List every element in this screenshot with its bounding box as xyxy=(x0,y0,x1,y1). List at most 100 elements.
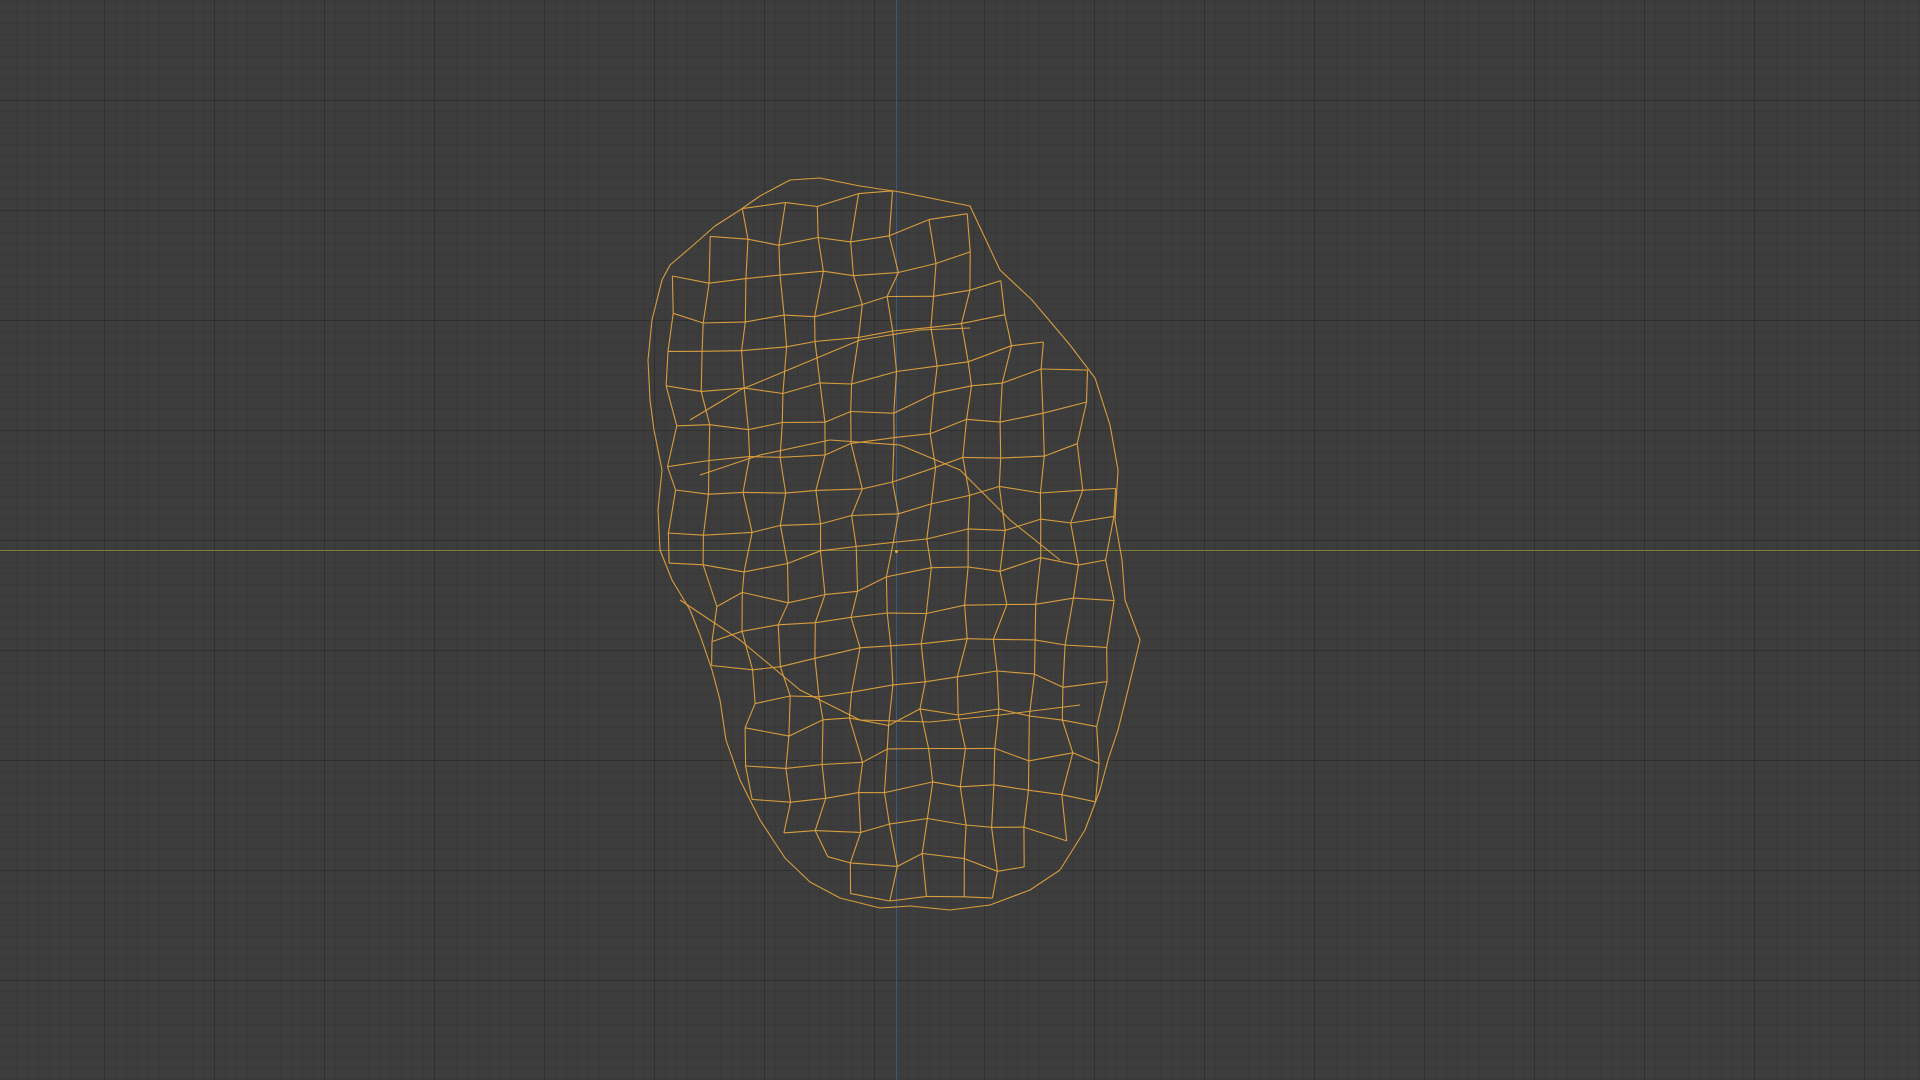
mesh-edge xyxy=(964,858,998,872)
mesh-edge xyxy=(893,393,935,414)
mesh-edge xyxy=(814,303,863,318)
mesh-edge xyxy=(920,613,927,644)
mesh-edge xyxy=(932,781,961,788)
mesh-edge xyxy=(1040,341,1044,370)
mesh-edge xyxy=(743,388,749,430)
mesh-edge xyxy=(967,638,994,640)
mesh-edge xyxy=(824,442,852,456)
mesh-edge xyxy=(851,612,888,618)
mesh-edge xyxy=(850,617,861,648)
mesh-edge xyxy=(1034,673,1064,688)
mesh-edge xyxy=(1061,794,1068,841)
mesh-edge xyxy=(968,566,1001,572)
mesh-edge xyxy=(786,563,789,603)
mesh-edge xyxy=(708,424,711,461)
3d-viewport[interactable] xyxy=(0,0,1920,1080)
mesh-edge xyxy=(1035,597,1074,605)
mesh-edge xyxy=(1076,443,1084,491)
mesh-edge xyxy=(883,748,888,793)
mesh-edge xyxy=(930,323,962,328)
mesh-edge xyxy=(742,491,786,494)
mesh-edge xyxy=(850,893,890,902)
mesh-edge xyxy=(962,456,1001,459)
mesh-edge xyxy=(926,604,965,615)
mesh-edge xyxy=(778,236,819,246)
mesh-edge xyxy=(991,784,995,828)
mesh-edge xyxy=(896,365,938,373)
mesh-edge xyxy=(892,681,926,686)
mesh-edge xyxy=(817,237,824,272)
mesh-edge xyxy=(959,748,966,787)
mesh-edge xyxy=(930,327,938,367)
mesh-edge xyxy=(957,670,998,678)
mesh-edge xyxy=(925,567,932,614)
mesh-edge xyxy=(888,684,894,726)
mesh-edge xyxy=(711,630,743,643)
mesh-edge xyxy=(741,624,779,632)
mesh-edge xyxy=(1029,715,1063,721)
mesh-fold-edge xyxy=(679,599,1081,723)
mesh-edge xyxy=(967,361,973,386)
mesh-edge xyxy=(752,669,756,704)
mesh-edge xyxy=(921,638,968,645)
mesh-edge xyxy=(937,361,969,367)
mesh-edge xyxy=(921,818,928,854)
mesh-edge xyxy=(700,351,703,392)
mesh-edge xyxy=(1034,604,1037,640)
mesh-edge xyxy=(850,235,890,243)
mesh-edge xyxy=(888,235,899,273)
mesh-edge xyxy=(744,727,747,767)
mesh-edge xyxy=(1039,456,1045,494)
mesh-edge xyxy=(998,458,1002,487)
mesh-edge xyxy=(883,792,890,825)
mesh-edge xyxy=(1040,518,1071,524)
mesh-edge xyxy=(889,895,927,902)
mesh-edge xyxy=(778,245,781,276)
mesh-edge xyxy=(956,676,959,716)
mesh-edge xyxy=(1023,790,1030,828)
mesh-edge xyxy=(920,643,926,682)
mesh-edge xyxy=(747,429,751,457)
mesh-edge xyxy=(850,410,894,414)
mesh-edge xyxy=(743,562,788,573)
mesh-edge xyxy=(790,797,826,803)
mesh-edge xyxy=(1004,314,1013,346)
mesh-edge xyxy=(858,792,862,833)
mesh-edge xyxy=(1062,719,1097,728)
mesh-edge xyxy=(956,638,968,677)
mesh-edge xyxy=(1072,565,1079,599)
mesh-edge xyxy=(814,271,824,317)
mesh-edge xyxy=(747,238,780,246)
mesh-edge xyxy=(745,274,781,280)
mesh-edge xyxy=(777,602,789,626)
mesh-edge xyxy=(669,562,704,566)
mesh-edge xyxy=(1076,401,1088,444)
mesh-edge xyxy=(780,657,816,668)
mesh-edge xyxy=(1070,522,1079,566)
mesh-edge xyxy=(779,275,785,316)
mesh-edge xyxy=(860,823,890,833)
mesh-edge xyxy=(968,528,1006,531)
mesh-edge xyxy=(967,495,971,529)
mesh-edge xyxy=(929,393,935,434)
mesh-edge xyxy=(741,208,749,240)
mesh-edge xyxy=(851,513,899,517)
mesh-edge xyxy=(786,340,816,348)
mesh-edge xyxy=(858,190,893,195)
mesh-edge xyxy=(667,532,670,564)
mesh-edge xyxy=(1062,644,1066,688)
mesh-edge xyxy=(928,748,934,782)
wireframe-rock-mesh[interactable] xyxy=(0,0,1920,1080)
mesh-edge xyxy=(857,576,887,592)
mesh-edge xyxy=(971,382,1003,387)
mesh-edge xyxy=(1002,368,1042,384)
mesh-edge xyxy=(960,784,994,788)
mesh-edge xyxy=(822,717,850,721)
mesh-edge xyxy=(821,764,827,799)
mesh-edge xyxy=(822,761,863,766)
mesh-edge xyxy=(702,283,710,324)
mesh-edge xyxy=(992,639,998,672)
mesh-edge xyxy=(741,631,754,670)
mesh-edge xyxy=(960,323,969,362)
mesh-edge xyxy=(964,896,993,899)
